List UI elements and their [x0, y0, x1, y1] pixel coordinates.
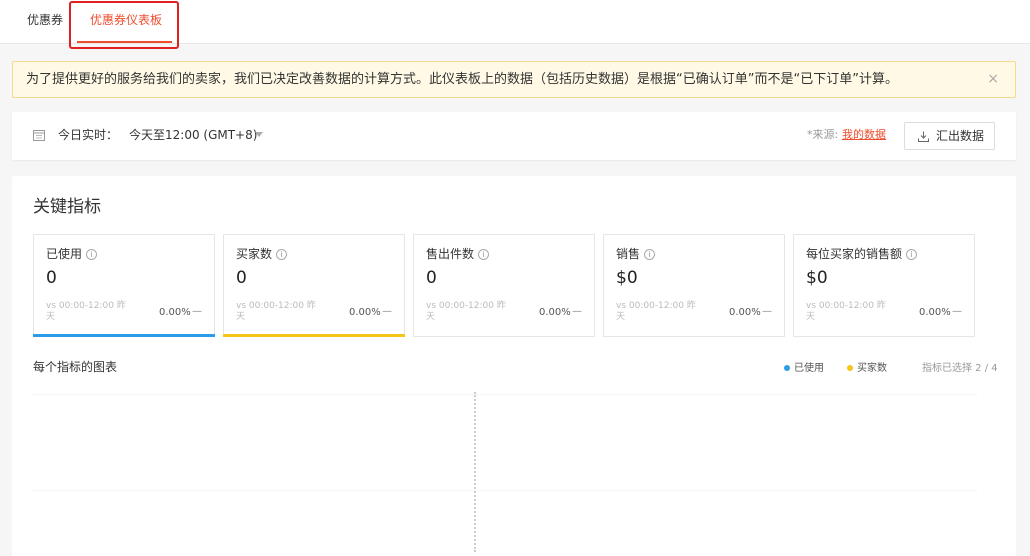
legend-dot: [784, 365, 790, 371]
metric-value: $0: [806, 268, 828, 288]
close-icon[interactable]: ×: [987, 62, 999, 97]
metric-percent: 0.00%: [159, 307, 191, 318]
metric-trend: —: [952, 306, 962, 317]
my-data-link[interactable]: 我的数据: [842, 112, 886, 158]
info-icon[interactable]: i: [906, 249, 918, 260]
chevron-down-icon[interactable]: [255, 132, 263, 137]
tab-coupon[interactable]: 优惠券: [27, 0, 63, 44]
metric-compare: vs 00:00-12:00 昨天: [616, 301, 696, 322]
chart-gridline: [33, 394, 977, 395]
metric-name: 销售 i: [616, 245, 656, 262]
metric-percent: 0.00%: [729, 307, 761, 318]
info-icon[interactable]: i: [86, 249, 98, 260]
metric-name: 已使用 i: [46, 245, 98, 262]
metric-name: 买家数 i: [236, 245, 288, 262]
metric-label: 销售: [616, 247, 641, 261]
metric-value: 0: [46, 268, 57, 288]
metric-percent: 0.00%: [349, 307, 381, 318]
legend-item-buyers[interactable]: 买家数: [847, 359, 887, 374]
metric-trend: —: [192, 306, 202, 317]
metric-label: 买家数: [236, 247, 273, 261]
section-title: 关键指标: [33, 197, 101, 217]
chart-time-divider: [474, 392, 476, 552]
metric-percent: 0.00%: [919, 307, 951, 318]
legend-item-used[interactable]: 已使用: [784, 359, 824, 374]
export-data-button[interactable]: 汇出数据: [904, 122, 995, 150]
metric-value: 0: [236, 268, 247, 288]
legend-label: 买家数: [857, 363, 887, 374]
chart-title: 每个指标的图表: [33, 360, 118, 374]
metric-name: 每位买家的销售额 i: [806, 245, 918, 262]
source-label: *来源:: [807, 128, 839, 141]
metric-compare: vs 00:00-12:00 昨天: [806, 301, 886, 322]
metric-compare: vs 00:00-12:00 昨天: [426, 301, 506, 322]
metric-value: $0: [616, 268, 638, 288]
info-icon[interactable]: i: [644, 249, 656, 260]
metric-value: 0: [426, 268, 437, 288]
metric-card-used[interactable]: 已使用 i 0 vs 00:00-12:00 昨天 0.00% —: [33, 234, 215, 337]
metrics-selected-count[interactable]: 指标已选择 2 / 4: [922, 359, 998, 374]
key-metrics-card: 关键指标 已使用 i 0 vs 00:00-12:00 昨天 0.00% — 买家…: [12, 176, 1016, 556]
realtime-label: 今日实时：: [58, 128, 119, 142]
metric-card-buyers[interactable]: 买家数 i 0 vs 00:00-12:00 昨天 0.00% —: [223, 234, 405, 337]
filter-bar: 今日实时： 今天至12:00 (GMT+8) *来源: 我的数据 汇出数据: [12, 112, 1016, 160]
metric-card-sales-per-buyer[interactable]: 每位买家的销售额 i $0 vs 00:00-12:00 昨天 0.00% —: [793, 234, 975, 337]
info-icon[interactable]: i: [276, 249, 288, 260]
metric-name: 售出件数 i: [426, 245, 490, 262]
metric-compare: vs 00:00-12:00 昨天: [236, 301, 316, 322]
metric-card-units-sold[interactable]: 售出件数 i 0 vs 00:00-12:00 昨天 0.00% —: [413, 234, 595, 337]
tab-bar: 优惠券 优惠券仪表板: [0, 0, 1030, 49]
metric-label: 每位买家的销售额: [806, 247, 903, 261]
metric-accent-bar: [33, 334, 215, 337]
metric-accent-bar: [223, 334, 405, 337]
notice-banner: 为了提供更好的服务给我们的卖家，我们已决定改善数据的计算方式。此仪表板上的数据（…: [12, 61, 1016, 98]
metric-label: 售出件数: [426, 247, 475, 261]
metric-trend: —: [382, 306, 392, 317]
metric-card-sales[interactable]: 销售 i $0 vs 00:00-12:00 昨天 0.00% —: [603, 234, 785, 337]
tab-highlight-box: [69, 1, 179, 49]
info-icon[interactable]: i: [478, 249, 490, 260]
metric-compare: vs 00:00-12:00 昨天: [46, 301, 126, 322]
chart-gridline: [33, 490, 977, 491]
calendar-icon[interactable]: [33, 129, 45, 141]
notice-text: 为了提供更好的服务给我们的卖家，我们已决定改善数据的计算方式。此仪表板上的数据（…: [26, 72, 898, 87]
legend-label: 已使用: [794, 363, 824, 374]
metric-trend: —: [762, 306, 772, 317]
metric-percent: 0.00%: [539, 307, 571, 318]
export-label: 汇出数据: [936, 129, 985, 143]
download-icon: [918, 131, 929, 142]
date-range-select[interactable]: 今天至12:00 (GMT+8): [129, 112, 257, 158]
legend-dot: [847, 365, 853, 371]
metric-trend: —: [572, 306, 582, 317]
metrics-chart: [33, 386, 977, 552]
metric-label: 已使用: [46, 247, 83, 261]
